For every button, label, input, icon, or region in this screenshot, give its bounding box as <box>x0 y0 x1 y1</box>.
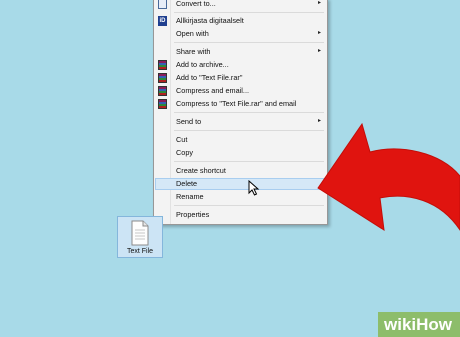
id-card-icon: iD <box>158 16 167 26</box>
menu-item-compress-to-rar-and-email[interactable]: Compress to "Text File.rar" and email <box>155 98 326 110</box>
menu-item-label: Compress and email... <box>176 86 249 95</box>
menu-item-label: Rename <box>176 192 204 201</box>
menu-item-label: Open with <box>176 29 209 38</box>
watermark-brand-wiki: wiki <box>384 315 417 334</box>
mouse-cursor-icon <box>248 180 260 196</box>
menu-item-add-to-archive[interactable]: Add to archive... <box>155 59 326 71</box>
text-document-icon <box>131 220 149 246</box>
text-file-desktop-icon[interactable]: Text File <box>117 216 163 258</box>
submenu-arrow-icon: ▸ <box>317 48 321 54</box>
winrar-icon <box>158 60 167 70</box>
menu-separator <box>174 112 324 113</box>
menu-item-share-with[interactable]: Share with ▸ <box>155 46 326 58</box>
menu-item-label: Add to archive... <box>176 60 229 69</box>
menu-item-label: Add to "Text File.rar" <box>176 73 243 82</box>
red-curved-arrow-icon <box>317 122 460 231</box>
watermark-brand-how: How <box>416 315 453 334</box>
submenu-arrow-icon: ▸ <box>317 0 321 6</box>
menu-item-label: Cut <box>176 135 188 144</box>
winrar-icon <box>158 86 167 96</box>
menu-item-add-to-rar[interactable]: Add to "Text File.rar" <box>155 72 326 84</box>
winrar-icon <box>158 99 167 109</box>
wikihow-watermark: wikiHow <box>378 312 460 337</box>
file-name-label: Text File <box>126 248 154 255</box>
menu-separator <box>174 12 324 13</box>
menu-item-label: Delete <box>176 179 198 188</box>
menu-item-compress-and-email[interactable]: Compress and email... <box>155 85 326 97</box>
menu-item-sign-digitally[interactable]: iD Allkirjasta digitaalselt <box>155 15 326 27</box>
menu-item-label: Create shortcut <box>176 166 226 175</box>
submenu-arrow-icon: ▸ <box>317 30 321 36</box>
menu-item-label: Convert to... <box>176 0 216 8</box>
menu-item-label: Share with <box>176 47 211 56</box>
winrar-icon <box>158 73 167 83</box>
menu-item-label: Compress to "Text File.rar" and email <box>176 99 297 108</box>
menu-item-open-with[interactable]: Open with ▸ <box>155 28 326 40</box>
menu-item-label: Properties <box>176 210 210 219</box>
image-icon <box>158 0 167 9</box>
menu-item-label: Copy <box>176 148 194 157</box>
menu-item-label: Send to <box>176 117 202 126</box>
menu-item-convert-to[interactable]: Convert to... ▸ <box>155 0 326 10</box>
menu-separator <box>174 42 324 43</box>
menu-item-label: Allkirjasta digitaalselt <box>176 16 244 25</box>
